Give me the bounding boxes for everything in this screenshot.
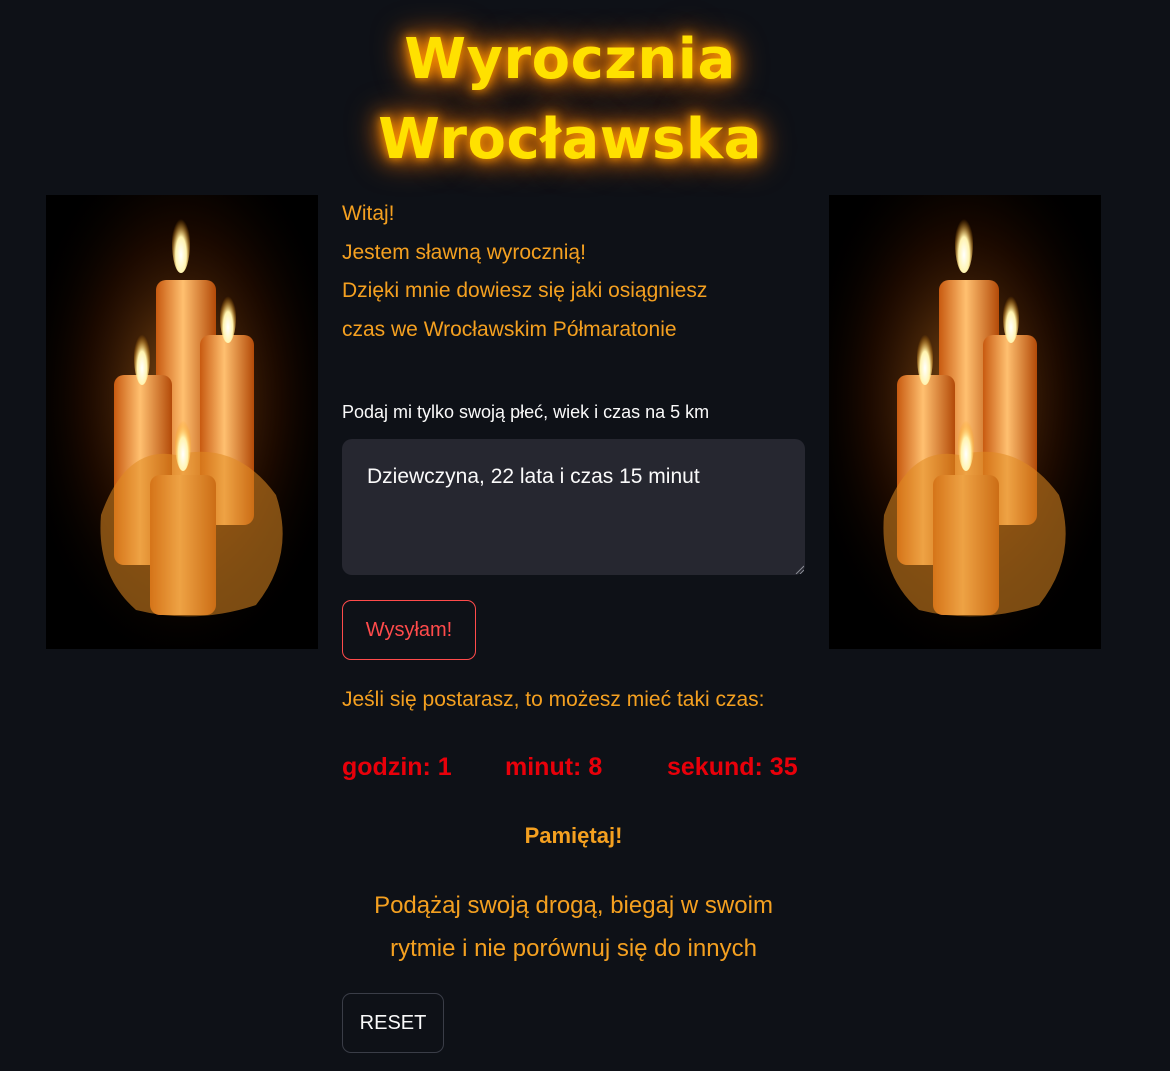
advice-line-1: Podążaj swoją drogą, biegaj w swoim (374, 892, 773, 919)
title-line-1: Wyrocznia (404, 27, 736, 92)
send-button[interactable]: Wysyłam! (342, 600, 476, 660)
intro-line-4: czas we Wrocławskim Półmaratonie (342, 317, 677, 341)
description-textarea[interactable]: Dziewczyna, 22 lata i czas 15 minut (342, 439, 805, 575)
intro-text: Witaj! Jestem sławną wyrocznią! Dzięki m… (342, 195, 805, 349)
input-label: Podaj mi tylko swoją płeć, wiek i czas n… (342, 402, 710, 422)
advice-text: Podążaj swoją drogą, biegaj w swoim rytm… (342, 884, 805, 970)
reset-button[interactable]: RESET (342, 993, 444, 1053)
resize-grip-icon[interactable] (794, 564, 804, 574)
advice-line-2: rytmie i nie porównuj się do innych (390, 935, 757, 962)
app-page: Wyrocznia Wrocławska Witaj! Jestem sławn… (0, 0, 1170, 1071)
page-title: Wyrocznia Wrocławska (300, 20, 840, 180)
title-line-2: Wrocławska (378, 107, 762, 172)
intro-line-1: Witaj! (342, 202, 395, 225)
result-minutes: minut: 8 (505, 753, 603, 781)
candles-image-right (829, 195, 1101, 649)
result-intro: Jeśli się postarasz, to możesz mieć taki… (342, 688, 765, 711)
result-hours: godzin: 1 (342, 753, 452, 781)
candles-image-left (46, 195, 318, 649)
intro-line-2: Jestem sławną wyrocznią! (342, 240, 586, 264)
intro-line-3: Dzięki mnie dowiesz się jaki osiągniesz (342, 279, 708, 302)
advice-heading: Pamiętaj! (524, 823, 623, 848)
result-seconds: sekund: 35 (667, 753, 798, 781)
